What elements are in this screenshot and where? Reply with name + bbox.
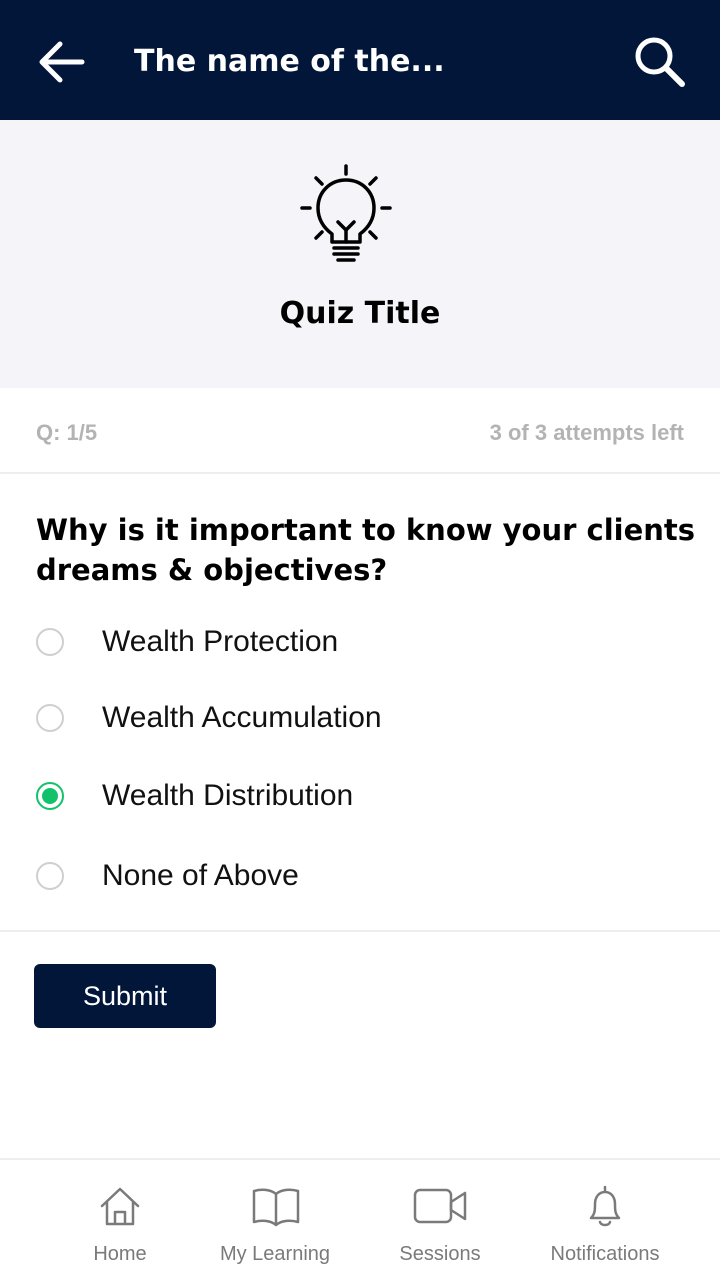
option-wealth-distribution[interactable]: Wealth Distribution [0, 768, 720, 828]
option-label: Wealth Distribution [102, 779, 354, 812]
nav-item-notifications[interactable]: Notifications [530, 1160, 680, 1280]
quiz-meta-row: Q: 1/5 3 of 3 attempts left [0, 388, 720, 474]
radio-button[interactable] [36, 704, 64, 732]
nav-item-my-learning[interactable]: My Learning [205, 1160, 345, 1280]
radio-button-selected[interactable] [36, 782, 64, 810]
nav-item-sessions[interactable]: Sessions [380, 1160, 500, 1280]
nav-label: My Learning [219, 1243, 331, 1265]
nav-item-home[interactable]: Home [60, 1160, 180, 1280]
nav-label: Sessions [399, 1243, 481, 1265]
option-none-of-above[interactable]: None of Above [0, 848, 720, 908]
nav-label: Notifications [550, 1243, 660, 1265]
question-counter: Q: 1/5 [36, 420, 98, 445]
arrow-left-icon [39, 41, 85, 83]
option-wealth-accumulation[interactable]: Wealth Accumulation [0, 690, 720, 750]
radio-button[interactable] [36, 628, 64, 656]
quiz-header: Quiz Title [0, 120, 720, 388]
attempts-left: 3 of 3 attempts left [489, 420, 684, 445]
option-label: Wealth Protection [102, 625, 339, 658]
lightbulb-icon [300, 164, 392, 262]
app-bar: The name of the... [0, 0, 720, 120]
submit-button[interactable]: Submit [34, 964, 216, 1028]
option-label: Wealth Accumulation [102, 701, 382, 734]
nav-label: Home [93, 1243, 147, 1265]
search-icon [635, 37, 685, 87]
back-button[interactable] [30, 32, 94, 92]
quiz-title: Quiz Title [279, 296, 441, 331]
divider [0, 930, 720, 932]
bottom-navigation: Home My Learning Sessions Notifications [0, 1158, 720, 1282]
radio-selected-dot [42, 788, 58, 804]
option-label: None of Above [102, 859, 299, 892]
bell-icon [589, 1185, 621, 1227]
search-button[interactable] [628, 30, 692, 94]
option-wealth-protection[interactable]: Wealth Protection [0, 614, 720, 674]
video-camera-icon [413, 1188, 467, 1224]
question-text: Why is it important to know your clients… [36, 513, 696, 587]
home-icon [100, 1187, 140, 1226]
radio-button[interactable] [36, 862, 64, 890]
book-icon [252, 1188, 300, 1227]
page-title: The name of the... [134, 44, 445, 79]
